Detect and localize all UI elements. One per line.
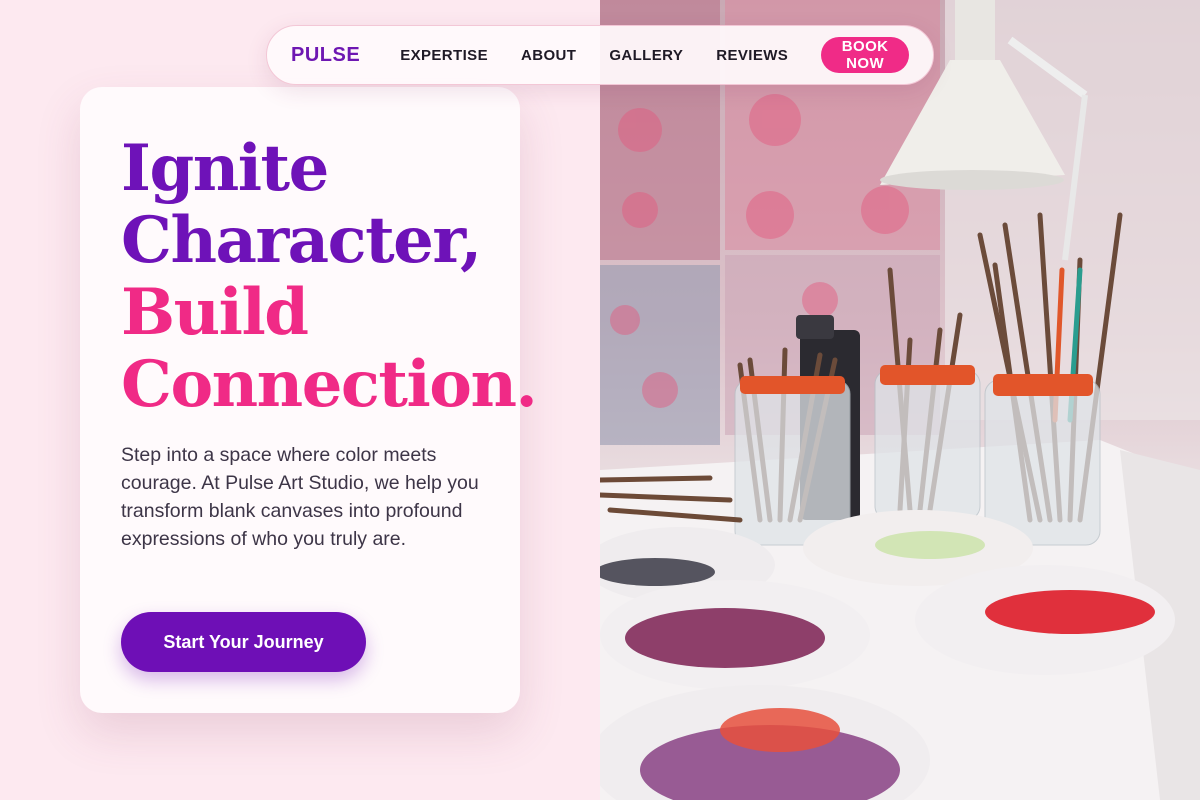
- art-studio-illustration: [600, 0, 1200, 800]
- nav-link-about[interactable]: ABOUT: [521, 47, 576, 64]
- hero-card: Ignite Character, Build Connection. Step…: [80, 87, 538, 713]
- brand-logo[interactable]: PULSE: [291, 44, 360, 67]
- hero-description: Step into a space where color meets cour…: [121, 444, 479, 550]
- nav-link-expertise[interactable]: EXPERTISE: [400, 47, 488, 64]
- main-navigation: PULSE EXPERTISE ABOUT GALLERY REVIEWS BO…: [266, 25, 934, 85]
- hero-photo: [600, 0, 1200, 800]
- headline-line-1: Ignite: [121, 131, 329, 206]
- book-now-button[interactable]: BOOK NOW: [821, 37, 909, 73]
- start-journey-button[interactable]: Start Your Journey: [121, 612, 366, 672]
- headline-line-2: Character,: [121, 203, 482, 278]
- nav-link-reviews[interactable]: REVIEWS: [716, 47, 788, 64]
- headline-line-3: Build: [121, 275, 309, 350]
- headline-line-4: Connection.: [121, 347, 538, 422]
- hero-headline: Ignite Character, Build Connection.: [121, 133, 561, 421]
- nav-link-gallery[interactable]: GALLERY: [609, 47, 683, 64]
